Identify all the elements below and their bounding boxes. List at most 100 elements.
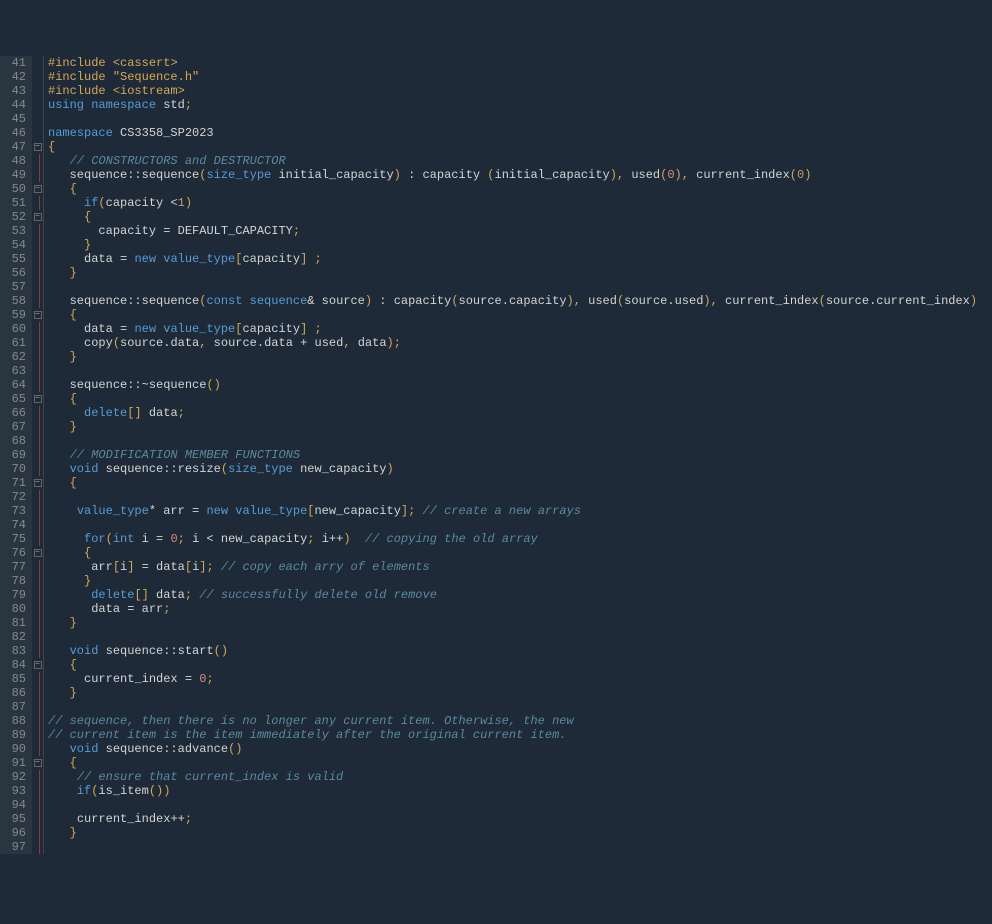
code-line[interactable]: } (48, 350, 977, 364)
line-number: 89 (4, 728, 26, 742)
line-number: 91 (4, 756, 26, 770)
code-line[interactable] (48, 840, 977, 854)
code-line[interactable]: current_index++; (48, 812, 977, 826)
fold-marker (32, 798, 43, 812)
code-line[interactable]: #include "Sequence.h" (48, 70, 977, 84)
line-number: 94 (4, 798, 26, 812)
code-line[interactable] (48, 280, 977, 294)
code-line[interactable]: #include <cassert> (48, 56, 977, 70)
code-line[interactable]: using namespace std; (48, 98, 977, 112)
fold-marker[interactable]: − (32, 756, 43, 770)
line-number: 83 (4, 644, 26, 658)
fold-marker[interactable]: − (32, 392, 43, 406)
fold-toggle-icon[interactable]: − (34, 311, 42, 319)
code-line[interactable]: // ensure that current_index is valid (48, 770, 977, 784)
line-number: 58 (4, 294, 26, 308)
fold-marker[interactable]: − (32, 182, 43, 196)
code-line[interactable] (48, 490, 977, 504)
fold-marker[interactable]: − (32, 308, 43, 322)
line-number: 84 (4, 658, 26, 672)
code-line[interactable] (48, 700, 977, 714)
code-line[interactable]: // CONSTRUCTORS and DESTRUCTOR (48, 154, 977, 168)
line-number: 60 (4, 322, 26, 336)
fold-toggle-icon[interactable]: − (34, 185, 42, 193)
code-line[interactable]: if(is_item()) (48, 784, 977, 798)
code-line[interactable] (48, 434, 977, 448)
code-line[interactable] (48, 364, 977, 378)
line-number: 78 (4, 574, 26, 588)
code-line[interactable]: sequence::sequence(size_type initial_cap… (48, 168, 977, 182)
code-line[interactable]: data = arr; (48, 602, 977, 616)
code-line[interactable]: delete[] data; // successfully delete ol… (48, 588, 977, 602)
line-number: 81 (4, 616, 26, 630)
code-line[interactable]: } (48, 574, 977, 588)
fold-toggle-icon[interactable]: − (34, 395, 42, 403)
code-line[interactable]: void sequence::resize(size_type new_capa… (48, 462, 977, 476)
code-line[interactable]: { (48, 182, 977, 196)
fold-toggle-icon[interactable]: − (34, 549, 42, 557)
line-number: 77 (4, 560, 26, 574)
fold-marker (32, 840, 43, 854)
fold-marker[interactable]: − (32, 210, 43, 224)
code-line[interactable]: capacity = DEFAULT_CAPACITY; (48, 224, 977, 238)
code-line[interactable]: { (48, 546, 977, 560)
fold-toggle-icon[interactable]: − (34, 479, 42, 487)
fold-toggle-icon[interactable]: − (34, 661, 42, 669)
fold-column[interactable]: − − − − − − − − − (32, 56, 44, 854)
code-line[interactable] (48, 518, 977, 532)
fold-marker[interactable]: − (32, 140, 43, 154)
code-line[interactable]: delete[] data; (48, 406, 977, 420)
code-line[interactable]: { (48, 140, 977, 154)
code-line[interactable]: void sequence::start() (48, 644, 977, 658)
code-line[interactable]: sequence::~sequence() (48, 378, 977, 392)
fold-marker[interactable]: − (32, 546, 43, 560)
fold-marker[interactable]: − (32, 476, 43, 490)
code-line[interactable]: } (48, 266, 977, 280)
code-editor[interactable]: 4142434445464748495051525354555657585960… (0, 56, 992, 854)
code-line[interactable]: void sequence::advance() (48, 742, 977, 756)
code-line[interactable]: } (48, 420, 977, 434)
code-line[interactable]: } (48, 686, 977, 700)
code-line[interactable] (48, 630, 977, 644)
code-line[interactable]: } (48, 826, 977, 840)
code-line[interactable]: if(capacity <1) (48, 196, 977, 210)
code-line[interactable]: { (48, 210, 977, 224)
code-line[interactable]: copy(source.data, source.data + used, da… (48, 336, 977, 350)
code-line[interactable]: namespace CS3358_SP2023 (48, 126, 977, 140)
code-line[interactable]: } (48, 616, 977, 630)
code-line[interactable]: #include <iostream> (48, 84, 977, 98)
fold-toggle-icon[interactable]: − (34, 143, 42, 151)
line-number: 70 (4, 462, 26, 476)
fold-toggle-icon[interactable]: − (34, 213, 42, 221)
fold-marker (32, 70, 43, 84)
code-line[interactable]: { (48, 392, 977, 406)
code-line[interactable]: data = new value_type[capacity] ; (48, 322, 977, 336)
code-line[interactable]: // MODIFICATION MEMBER FUNCTIONS (48, 448, 977, 462)
code-line[interactable]: sequence::sequence(const sequence& sourc… (48, 294, 977, 308)
code-line[interactable]: arr[i] = data[i]; // copy each arry of e… (48, 560, 977, 574)
code-line[interactable]: { (48, 476, 977, 490)
line-number: 71 (4, 476, 26, 490)
fold-marker (32, 154, 43, 168)
code-line[interactable]: } (48, 238, 977, 252)
fold-marker (32, 728, 43, 742)
code-line[interactable]: data = new value_type[capacity] ; (48, 252, 977, 266)
code-line[interactable]: value_type* arr = new value_type[new_cap… (48, 504, 977, 518)
code-line[interactable]: // current item is the item immediately … (48, 728, 977, 742)
code-line[interactable] (48, 112, 977, 126)
code-line[interactable]: { (48, 658, 977, 672)
fold-toggle-icon[interactable]: − (34, 759, 42, 767)
code-line[interactable]: { (48, 756, 977, 770)
line-number: 95 (4, 812, 26, 826)
line-number: 41 (4, 56, 26, 70)
code-line[interactable] (48, 798, 977, 812)
line-number: 72 (4, 490, 26, 504)
fold-marker[interactable]: − (32, 658, 43, 672)
code-line[interactable]: current_index = 0; (48, 672, 977, 686)
code-line[interactable]: for(int i = 0; i < new_capacity; i++) //… (48, 532, 977, 546)
code-area[interactable]: #include <cassert>#include "Sequence.h"#… (44, 56, 977, 854)
code-line[interactable]: // sequence, then there is no longer any… (48, 714, 977, 728)
code-line[interactable]: { (48, 308, 977, 322)
fold-marker (32, 126, 43, 140)
line-number: 56 (4, 266, 26, 280)
